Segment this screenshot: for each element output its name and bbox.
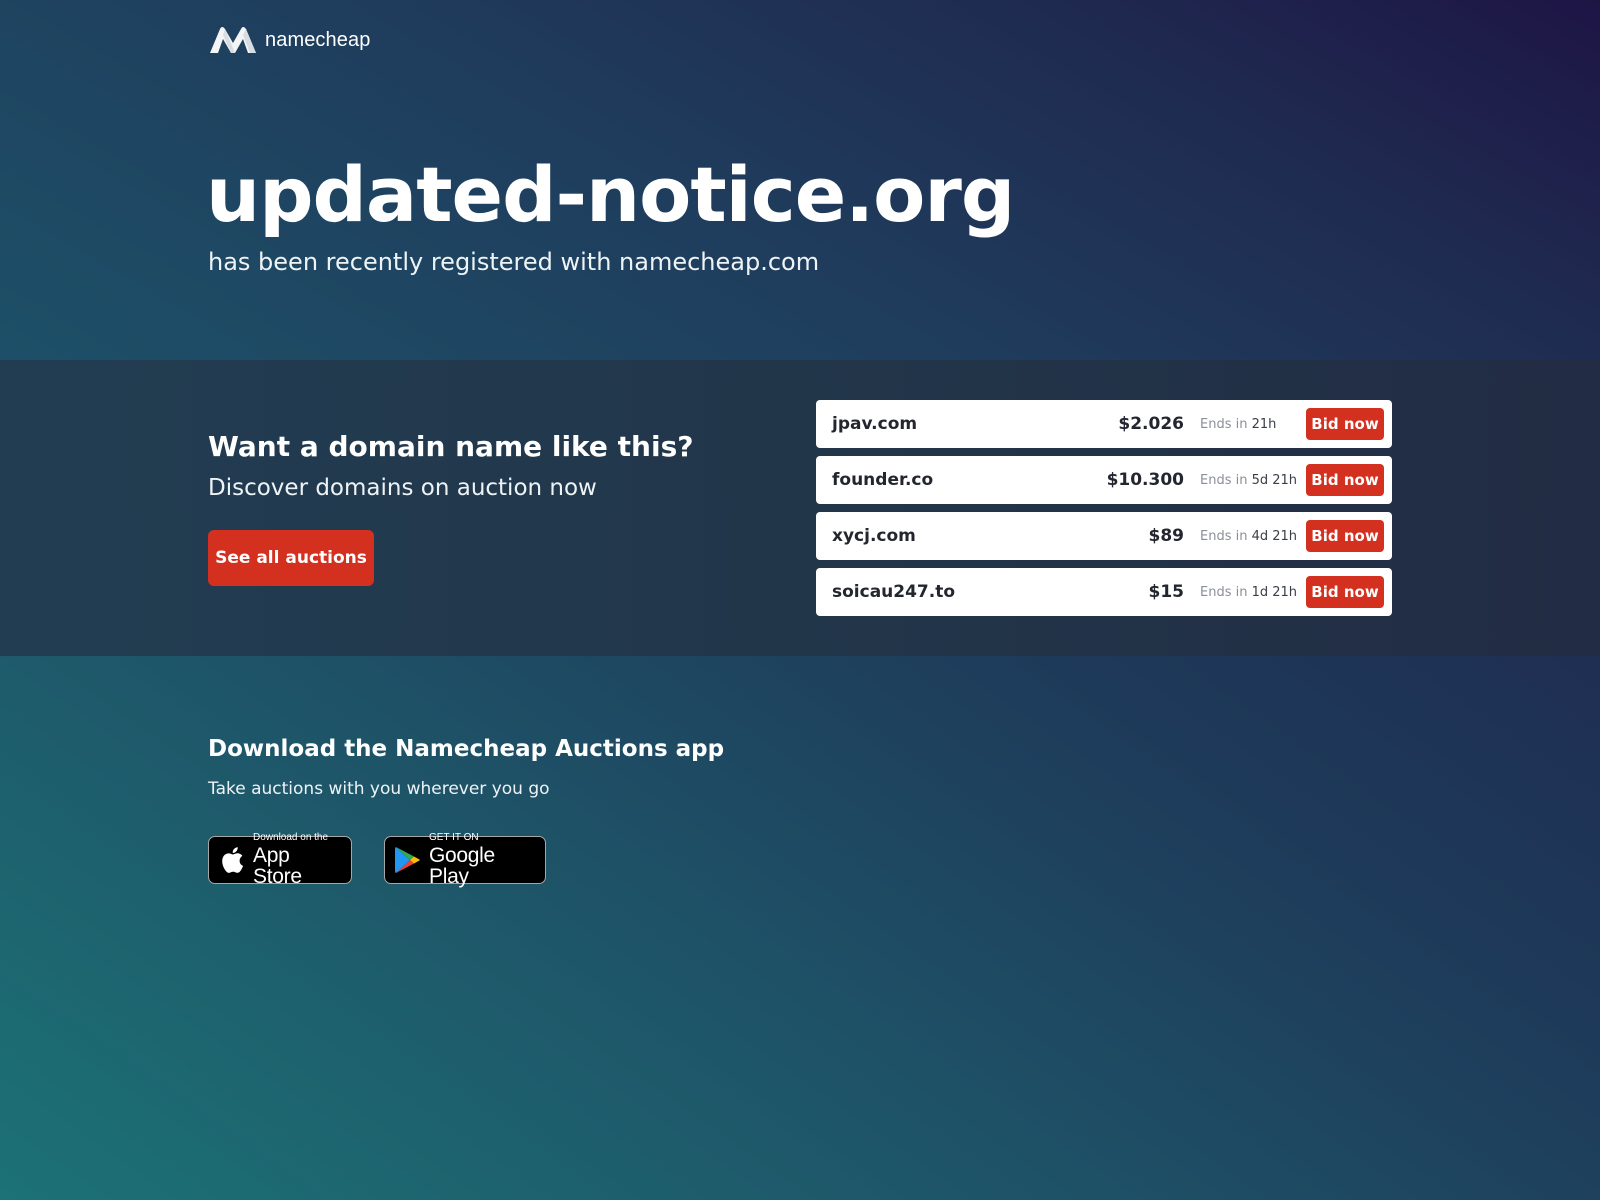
domain-subtitle: has been recently registered with namech… [208, 248, 820, 276]
bid-now-button[interactable]: Bid now [1306, 576, 1384, 608]
app-subheading: Take auctions with you wherever you go [208, 779, 550, 799]
auction-ends: Ends in 5d 21h [1200, 473, 1306, 488]
app-store-large-text: App Store [253, 844, 302, 888]
auction-row: founder.co $10.300 Ends in 5d 21h Bid no… [816, 456, 1392, 504]
auctions-heading: Want a domain name like this? [208, 430, 694, 463]
ends-time: 4d 21h [1251, 528, 1298, 544]
auction-price: $15 [1148, 582, 1185, 602]
apple-icon [222, 847, 244, 873]
domain-title: updated-notice.org [206, 150, 1015, 239]
app-store-text: Download on the App Store [253, 832, 341, 888]
google-play-icon [395, 847, 420, 873]
app-heading: Download the Namecheap Auctions app [208, 736, 725, 762]
auction-domain-name[interactable]: xycj.com [832, 526, 1149, 546]
see-all-auctions-button[interactable]: See all auctions [208, 530, 374, 586]
google-play-text: GET IT ON Google Play [429, 832, 535, 888]
ends-prefix: Ends in [1200, 472, 1248, 488]
app-store-badge[interactable]: Download on the App Store [208, 832, 352, 888]
auction-ends: Ends in 1d 21h [1200, 585, 1306, 600]
auction-domain-name[interactable]: soicau247.to [832, 582, 1149, 602]
auction-price: $10.300 [1106, 470, 1184, 490]
bid-now-button[interactable]: Bid now [1306, 408, 1384, 440]
ends-prefix: Ends in [1200, 584, 1248, 600]
google-play-large-text: Google Play [429, 844, 495, 888]
ends-time: 21h [1251, 416, 1277, 432]
ends-prefix: Ends in [1200, 528, 1248, 544]
auction-price: $89 [1148, 526, 1185, 546]
auction-price: $2.026 [1118, 414, 1184, 434]
auction-row: xycj.com $89 Ends in 4d 21h Bid now [816, 512, 1392, 560]
namecheap-logo[interactable]: namecheap [208, 24, 370, 56]
google-play-badge[interactable]: GET IT ON Google Play [384, 832, 546, 888]
ends-prefix: Ends in [1200, 416, 1248, 432]
auction-ends: Ends in 4d 21h [1200, 529, 1306, 544]
bid-now-button[interactable]: Bid now [1306, 464, 1384, 496]
auction-list: jpav.com $2.026 Ends in 21h Bid now foun… [816, 400, 1392, 624]
logo-text: namecheap [265, 28, 371, 51]
auction-domain-name[interactable]: jpav.com [832, 414, 1118, 434]
auctions-subheading: Discover domains on auction now [208, 475, 597, 501]
ends-time: 1d 21h [1251, 584, 1298, 600]
google-play-small-text: GET IT ON [429, 832, 479, 843]
auction-domain-name[interactable]: founder.co [832, 470, 1107, 490]
ends-time: 5d 21h [1251, 472, 1298, 488]
bid-now-button[interactable]: Bid now [1306, 520, 1384, 552]
auction-row: soicau247.to $15 Ends in 1d 21h Bid now [816, 568, 1392, 616]
namecheap-logo-icon [210, 27, 256, 53]
auction-row: jpav.com $2.026 Ends in 21h Bid now [816, 400, 1392, 448]
auction-ends: Ends in 21h [1200, 417, 1306, 432]
app-store-small-text: Download on the [253, 832, 329, 843]
